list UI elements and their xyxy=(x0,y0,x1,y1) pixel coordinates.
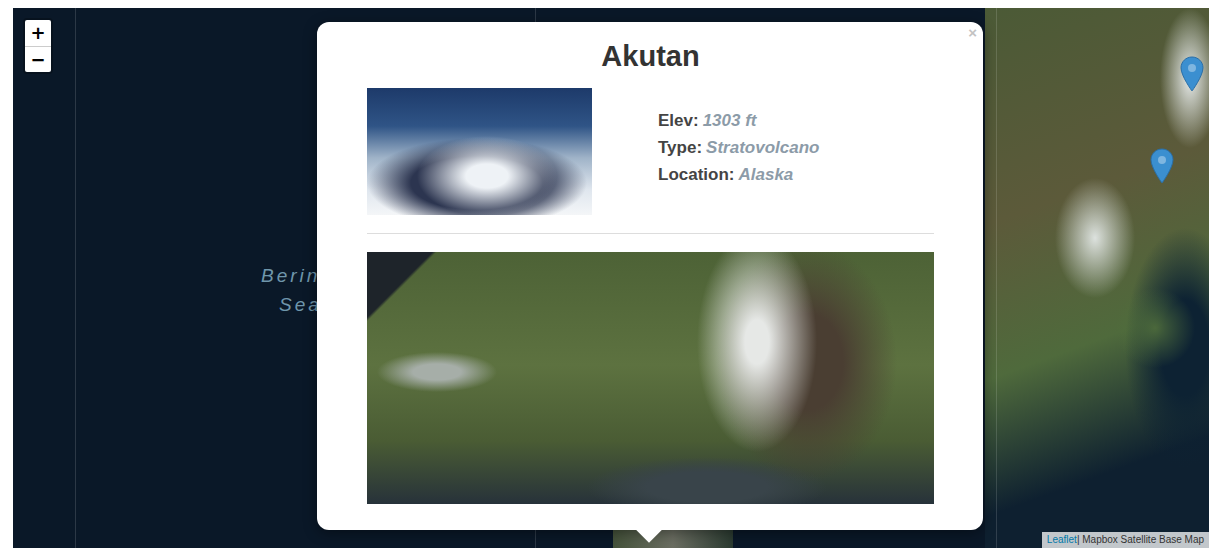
detail-value: 1303 ft xyxy=(703,111,757,130)
detail-label: Location: xyxy=(658,165,735,184)
attribution: Leaflet| Mapbox Satellite Base Map xyxy=(1042,532,1209,548)
popup-summary: Elev:1303 ftType:StratovolcanoLocation:A… xyxy=(367,88,934,215)
attribution-link[interactable]: Leaflet xyxy=(1047,534,1077,545)
popup: ×AkutanElev:1303 ftType:StratovolcanoLoc… xyxy=(317,22,983,530)
close-button[interactable]: × xyxy=(968,24,977,41)
detail-row: Elev:1303 ft xyxy=(658,110,819,132)
zoom-control: +− xyxy=(23,18,53,74)
marker-icon[interactable] xyxy=(1150,148,1174,184)
map[interactable]: BerinSea+−×AkutanElev:1303 ftType:Strato… xyxy=(13,8,1209,548)
sea-label: BerinSea xyxy=(261,261,322,319)
detail-value: Alaska xyxy=(739,165,794,184)
detail-label: Type: xyxy=(658,138,702,157)
sea-label-line: Berin xyxy=(261,261,322,290)
sea-label-line: Sea xyxy=(261,290,322,319)
zoom-in-button[interactable]: + xyxy=(25,20,51,46)
divider xyxy=(367,233,934,234)
zoom-out-button[interactable]: − xyxy=(25,46,51,72)
graticule-line xyxy=(996,8,997,548)
map-marker[interactable] xyxy=(1180,56,1204,92)
popup-title: Akutan xyxy=(367,38,934,74)
details-list: Elev:1303 ftType:StratovolcanoLocation:A… xyxy=(658,88,819,186)
detail-row: Location:Alaska xyxy=(658,164,819,186)
terrain-image xyxy=(367,252,934,504)
marker-icon[interactable] xyxy=(1180,56,1204,92)
detail-value: Stratovolcano xyxy=(706,138,819,157)
island-area xyxy=(613,528,733,548)
map-marker[interactable] xyxy=(1150,148,1174,184)
attribution-text: | Mapbox Satellite Base Map xyxy=(1077,534,1204,545)
volcano-photo xyxy=(367,88,592,215)
graticule-line xyxy=(75,8,76,548)
detail-label: Elev: xyxy=(658,111,699,130)
detail-row: Type:Stratovolcano xyxy=(658,137,819,159)
page: BerinSea+−×AkutanElev:1303 ftType:Strato… xyxy=(0,0,1222,558)
land-area xyxy=(985,8,1209,548)
